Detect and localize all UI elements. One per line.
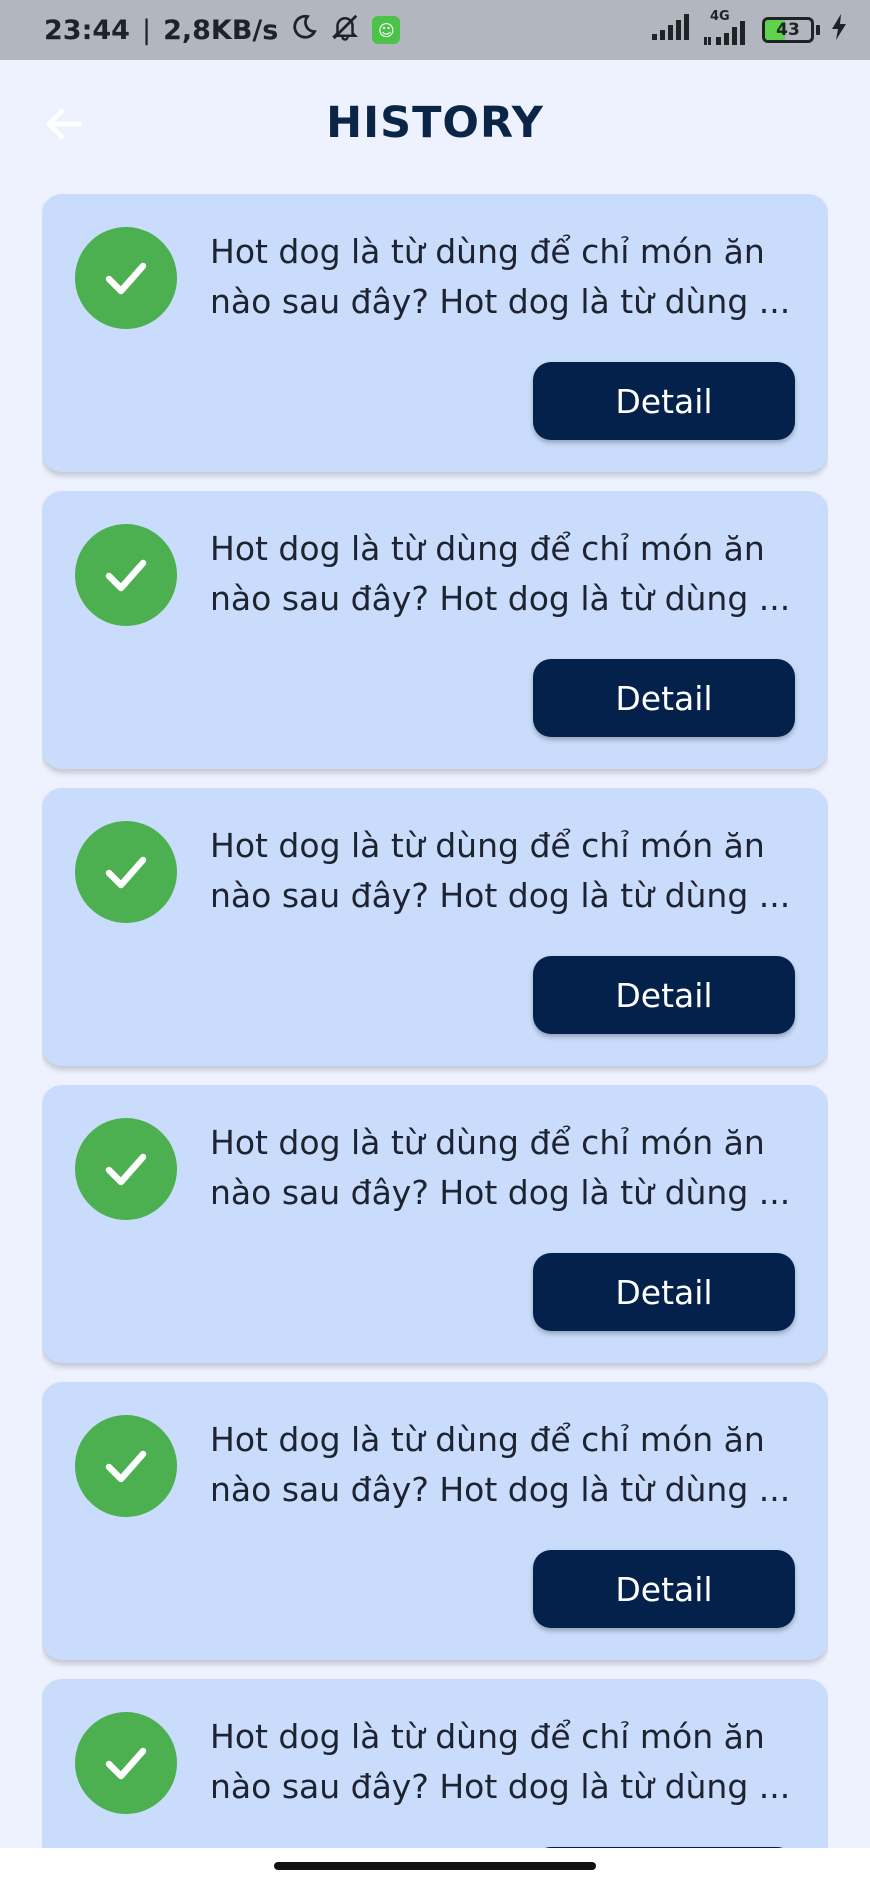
- question-preview: Hot dog là từ dùng để chỉ món ăn nào sau …: [210, 1415, 810, 1515]
- navigation-bar: [0, 1848, 870, 1884]
- status-time: 23:44: [44, 14, 130, 46]
- detail-button[interactable]: Detail: [533, 1550, 795, 1628]
- question-line-1: Hot dog là từ dùng để chỉ món ăn: [210, 232, 765, 271]
- check-circle-icon: [75, 227, 177, 329]
- question-preview: Hot dog là từ dùng để chỉ món ăn nào sau …: [210, 1712, 810, 1812]
- detail-button[interactable]: Detail: [533, 362, 795, 440]
- app-bar: HISTORY: [0, 60, 870, 188]
- question-line-2: nào sau đây? Hot dog là từ dùng ...: [210, 1173, 791, 1212]
- signal-4g-icon: 4G: [702, 9, 752, 45]
- question-line-1: Hot dog là từ dùng để chỉ món ăn: [210, 826, 765, 865]
- status-left: 23:44 | 2,8KB/s ☺: [44, 12, 401, 49]
- checkmark-icon: [105, 559, 147, 592]
- history-card: Hot dog là từ dùng để chỉ món ăn nào sau …: [42, 491, 828, 769]
- history-card: Hot dog là từ dùng để chỉ món ăn nào sau …: [42, 1382, 828, 1660]
- history-card: Hot dog là từ dùng để chỉ món ăn nào sau …: [42, 788, 828, 1066]
- checkmark-icon: [105, 262, 147, 295]
- question-preview: Hot dog là từ dùng để chỉ món ăn nào sau …: [210, 524, 810, 624]
- question-line-1: Hot dog là từ dùng để chỉ món ăn: [210, 1420, 765, 1459]
- question-line-2: nào sau đây? Hot dog là từ dùng ...: [210, 1767, 791, 1806]
- net-speed: 2,8KB/s: [163, 14, 279, 46]
- charging-icon: [830, 13, 848, 47]
- signal-icon: [652, 13, 692, 47]
- page-title: HISTORY: [326, 98, 544, 148]
- checkmark-icon: [105, 856, 147, 889]
- home-indicator[interactable]: [274, 1862, 596, 1870]
- detail-button[interactable]: Detail: [533, 956, 795, 1034]
- history-card: Hot dog là từ dùng để chỉ món ăn nào sau …: [42, 1085, 828, 1363]
- check-circle-icon: [75, 1712, 177, 1814]
- check-circle-icon: [75, 1118, 177, 1220]
- question-preview: Hot dog là từ dùng để chỉ món ăn nào sau …: [210, 227, 810, 327]
- question-line-1: Hot dog là từ dùng để chỉ món ăn: [210, 529, 765, 568]
- detail-button[interactable]: Detail: [533, 659, 795, 737]
- question-line-2: nào sau đây? Hot dog là từ dùng ...: [210, 579, 791, 618]
- check-circle-icon: [75, 1415, 177, 1517]
- question-preview: Hot dog là từ dùng để chỉ món ăn nào sau …: [210, 1118, 810, 1218]
- status-separator: |: [141, 14, 152, 46]
- moon-icon: [290, 13, 318, 48]
- check-circle-icon: [75, 524, 177, 626]
- checkmark-icon: [105, 1153, 147, 1186]
- question-line-1: Hot dog là từ dùng để chỉ món ăn: [210, 1717, 765, 1756]
- question-preview: Hot dog là từ dùng để chỉ món ăn nào sau …: [210, 821, 810, 921]
- question-line-1: Hot dog là từ dùng để chỉ món ăn: [210, 1123, 765, 1162]
- battery-icon: 43: [762, 17, 820, 43]
- history-list[interactable]: Hot dog là từ dùng để chỉ món ăn nào sau …: [42, 194, 828, 1848]
- bell-off-icon: [330, 12, 360, 49]
- question-line-2: nào sau đây? Hot dog là từ dùng ...: [210, 876, 791, 915]
- battery-level: 43: [776, 20, 800, 40]
- question-line-2: nào sau đây? Hot dog là từ dùng ...: [210, 282, 791, 321]
- question-line-2: nào sau đây? Hot dog là từ dùng ...: [210, 1470, 791, 1509]
- status-right: 4G 43: [652, 9, 848, 47]
- history-card: Hot dog là từ dùng để chỉ món ăn nào sau …: [42, 1679, 828, 1848]
- check-circle-icon: [75, 821, 177, 923]
- status-bar: 23:44 | 2,8KB/s ☺ 4G 43: [0, 0, 870, 60]
- checkmark-icon: [105, 1450, 147, 1483]
- app-notification-icon: ☺: [372, 16, 401, 44]
- checkmark-icon: [105, 1747, 147, 1780]
- detail-button[interactable]: Detail: [533, 1253, 795, 1331]
- history-card: Hot dog là từ dùng để chỉ món ăn nào sau …: [42, 194, 828, 472]
